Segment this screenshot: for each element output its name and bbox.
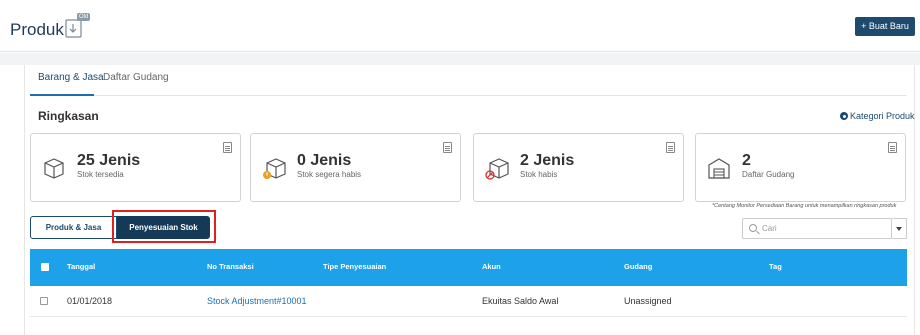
cell-tanggal: 01/01/2018 <box>67 296 113 306</box>
produk-jasa-button[interactable]: Produk & Jasa <box>30 216 117 239</box>
summary-label: Stok habis <box>520 170 558 179</box>
summary-value: 2 <box>742 152 751 169</box>
report-icon[interactable] <box>888 142 897 153</box>
column-header-tag[interactable]: Tag <box>769 262 782 271</box>
search-box <box>742 218 892 239</box>
summary-box-stock-available[interactable]: 25 Jenis Stok tersedia <box>30 133 241 202</box>
column-header-tipe-penyesuaian[interactable]: Tipe Penyesuaian <box>323 262 386 271</box>
table-header: Tanggal No Transaksi Tipe Penyesuaian Ak… <box>30 249 907 286</box>
column-header-tanggal[interactable]: Tanggal <box>67 262 95 271</box>
summary-label: Stok segera habis <box>297 170 362 179</box>
column-header-gudang[interactable]: Gudang <box>624 262 652 271</box>
summary-box-stock-empty[interactable]: 2 Jenis Stok habis <box>473 133 684 202</box>
separator-band <box>0 53 920 65</box>
summary-value: 25 Jenis <box>77 152 141 169</box>
summary-box-stock-low[interactable]: 0 Jenis Stok segera habis <box>250 133 461 202</box>
column-header-no-transaksi[interactable]: No Transaksi <box>207 262 254 271</box>
cell-gudang: Unassigned <box>624 296 672 306</box>
search-icon <box>749 224 757 232</box>
select-all-checkbox[interactable] <box>41 263 49 271</box>
top-bar: Produk Old + Buat Baru <box>0 0 920 52</box>
summary-label: Stok tersedia <box>77 170 124 179</box>
row-checkbox[interactable] <box>40 297 48 305</box>
box-warning-icon <box>263 158 286 179</box>
page-title: Produk <box>10 20 64 39</box>
column-header-akun[interactable]: Akun <box>482 262 501 271</box>
cell-no-transaksi-link[interactable]: Stock Adjustment#10001 <box>207 296 307 306</box>
box-empty-icon <box>485 158 509 180</box>
report-icon[interactable] <box>443 142 452 153</box>
summary-hint: *Centang Monitor Persediaan Barang untuk… <box>712 203 897 209</box>
summary-box-warehouses[interactable]: 2 Daftar Gudang <box>695 133 906 202</box>
active-tab-indicator <box>30 94 94 96</box>
box-icon <box>44 158 64 179</box>
kategori-produk-label: Kategori Produk <box>850 111 915 121</box>
highlight-box <box>112 210 216 243</box>
report-icon[interactable] <box>666 142 675 153</box>
summary-label: Daftar Gudang <box>742 170 795 179</box>
table-row: 01/01/2018 Stock Adjustment#10001 Ekuita… <box>30 286 907 317</box>
tab-barang-jasa[interactable]: Barang & Jasa <box>38 72 104 83</box>
gear-icon <box>840 112 848 120</box>
summary-value: 0 Jenis <box>297 152 352 169</box>
warehouse-icon <box>708 158 730 179</box>
kategori-produk-link[interactable]: Kategori Produk <box>840 111 915 121</box>
old-badge: Old <box>77 13 91 21</box>
search-input[interactable] <box>762 221 857 236</box>
report-icon[interactable] <box>223 142 232 153</box>
tab-daftar-gudang[interactable]: Daftar Gudang <box>103 72 169 83</box>
tabs-divider <box>30 95 907 96</box>
summary-value: 2 Jenis <box>520 152 575 169</box>
summary-title: Ringkasan <box>38 109 99 123</box>
cell-akun: Ekuitas Saldo Awal <box>482 296 559 306</box>
chevron-down-icon[interactable] <box>892 218 907 239</box>
new-product-button[interactable]: + Buat Baru <box>855 17 915 36</box>
